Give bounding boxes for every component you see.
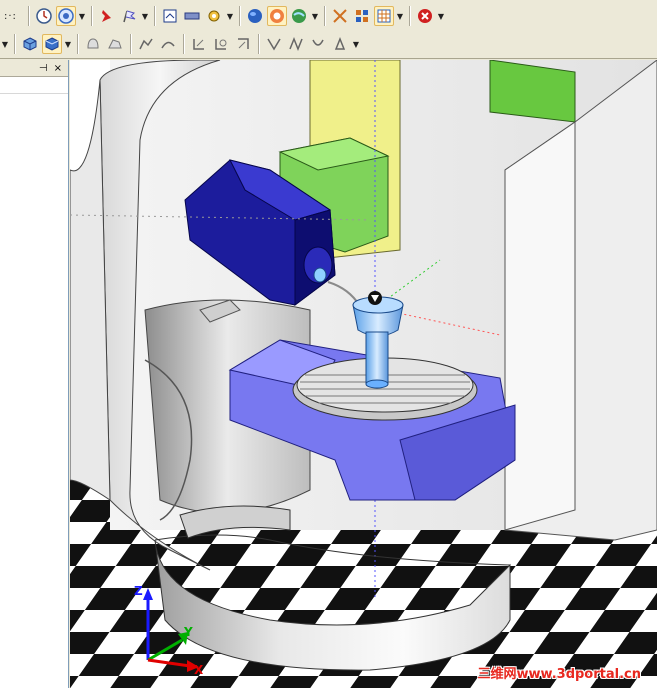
sketch-b-icon[interactable]	[286, 34, 306, 54]
chevron-down-icon[interactable]: ▼	[77, 6, 87, 26]
toolbar-separator	[258, 34, 259, 54]
toolbar-separator	[183, 34, 184, 54]
view-toolbar: ▼ ▼ ▼	[0, 30, 657, 59]
flag-icon[interactable]	[119, 6, 139, 26]
toolbar-separator	[324, 6, 325, 26]
toolbar-separator	[14, 34, 15, 54]
viewport-3d[interactable]: Z Y X 三维网www.3dportal.cn	[70, 60, 657, 688]
gear-icon[interactable]	[204, 6, 224, 26]
pushpin-icon[interactable]	[97, 6, 117, 26]
ruler-icon[interactable]	[182, 6, 202, 26]
toolbar-separator	[77, 34, 78, 54]
y-axis-label: Y	[183, 625, 193, 639]
pattern-icon[interactable]	[352, 6, 372, 26]
chevron-down-icon[interactable]: ▼	[140, 6, 150, 26]
curve-b-icon[interactable]	[158, 34, 178, 54]
spindle-nose	[313, 267, 327, 283]
shaded-globe-icon[interactable]	[267, 6, 287, 26]
shape-a-icon[interactable]	[83, 34, 103, 54]
chevron-down-icon[interactable]: ▼	[310, 6, 320, 26]
sketch-d-icon[interactable]	[330, 34, 350, 54]
toolbar-separator	[28, 6, 29, 26]
side-panel-header: ⊣ ×	[0, 60, 68, 77]
z-axis-label: Z	[134, 584, 143, 598]
clip-c-icon[interactable]	[233, 34, 253, 54]
shape-b-icon[interactable]	[105, 34, 125, 54]
toolbar-separator	[130, 34, 131, 54]
watermark: 三维网www.3dportal.cn	[477, 667, 641, 682]
target-icon[interactable]	[56, 6, 76, 26]
chevron-down-icon[interactable]: ▼	[395, 6, 405, 26]
toolbar-grip: :·:	[4, 10, 17, 22]
toolbar-separator	[154, 6, 155, 26]
globe-icon[interactable]	[245, 6, 265, 26]
shaded-cube-icon[interactable]	[42, 34, 62, 54]
grid-icon[interactable]	[374, 6, 394, 26]
toolbar-separator	[239, 6, 240, 26]
close-icon[interactable]: ×	[54, 63, 62, 74]
chevron-down-icon[interactable]: ▼	[0, 34, 10, 54]
cube-icon[interactable]	[20, 34, 40, 54]
x-axis-label: X	[194, 663, 204, 677]
toolbar-separator	[409, 6, 410, 26]
tool-shank	[365, 331, 389, 385]
window-icon[interactable]	[160, 6, 180, 26]
toolbar-separator	[91, 6, 92, 26]
chevron-down-icon[interactable]: ▼	[351, 34, 361, 54]
side-panel-row[interactable]	[0, 77, 68, 94]
earth-icon[interactable]	[289, 6, 309, 26]
clip-a-icon[interactable]	[189, 34, 209, 54]
clock-icon[interactable]	[34, 6, 54, 26]
curve-a-icon[interactable]	[136, 34, 156, 54]
stop-icon[interactable]	[415, 6, 435, 26]
main-toolbar: :·: ▼ ▼ ▼ ▼ ▼ ▼	[0, 2, 657, 31]
machine-scene: Z Y X	[70, 60, 657, 688]
chevron-down-icon[interactable]: ▼	[225, 6, 235, 26]
side-panel: ⊣ ×	[0, 60, 69, 688]
scatter-icon[interactable]	[330, 6, 350, 26]
sketch-c-icon[interactable]	[308, 34, 328, 54]
chevron-down-icon[interactable]: ▼	[436, 6, 446, 26]
clip-b-icon[interactable]	[211, 34, 231, 54]
sketch-a-icon[interactable]	[264, 34, 284, 54]
pin-icon[interactable]: ⊣	[39, 63, 48, 74]
chevron-down-icon[interactable]: ▼	[63, 34, 73, 54]
